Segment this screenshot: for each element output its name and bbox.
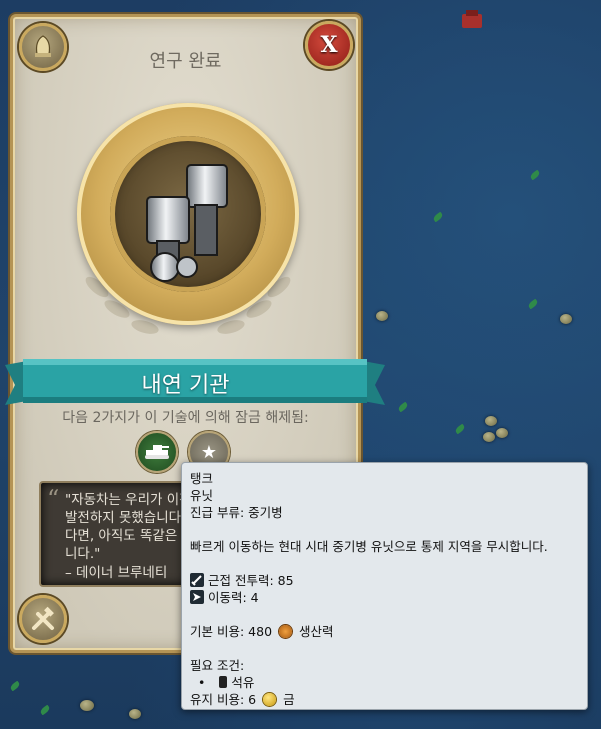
unit-tooltip: 탱크 유닛 진급 부류: 중기병 빠르게 이동하는 현대 시대 중기병 유닛으로… bbox=[181, 462, 588, 710]
list-bullet: • bbox=[198, 675, 206, 690]
movement-icon bbox=[190, 590, 204, 604]
piston-engine-icon bbox=[146, 164, 228, 282]
maintenance-row: 유지 비용: 6 금 bbox=[190, 689, 295, 708]
tools-button[interactable] bbox=[19, 595, 67, 643]
quote-mark-icon: “ bbox=[47, 485, 60, 513]
tech-medallion bbox=[77, 103, 299, 325]
city-marker-icon[interactable] bbox=[456, 8, 488, 30]
promotion-class: 진급 부류: 중기병 bbox=[190, 505, 283, 520]
base-cost: 기본 비용: 480 bbox=[190, 624, 273, 639]
movement-row: 이동력: 4 bbox=[190, 587, 259, 606]
star-icon: ★ bbox=[200, 441, 218, 463]
gold-icon bbox=[263, 693, 277, 706]
island bbox=[560, 314, 572, 324]
gold-label: 금 bbox=[283, 692, 295, 707]
oil-icon bbox=[219, 676, 228, 688]
hammer-wrench-icon bbox=[32, 606, 54, 630]
tank-icon bbox=[145, 445, 169, 459]
unit-description: 빠르게 이동하는 현대 시대 중기병 유닛으로 통제 지역을 무시합니다. bbox=[190, 539, 548, 554]
production-label: 생산력 bbox=[299, 624, 334, 639]
maintenance: 유지 비용: 6 bbox=[190, 692, 257, 707]
island bbox=[496, 428, 508, 438]
sword-icon bbox=[190, 573, 204, 587]
movement: 이동력: 4 bbox=[208, 590, 259, 605]
island bbox=[129, 709, 141, 719]
island bbox=[80, 700, 94, 711]
unlock-description: 다음 2가지가 이 기술에 의해 잠금 해제됨: bbox=[62, 410, 309, 426]
island bbox=[485, 416, 497, 426]
unlock-tank-button[interactable] bbox=[136, 431, 178, 473]
island bbox=[483, 432, 495, 442]
requirement-oil: 석유 bbox=[231, 675, 255, 690]
tech-name: 내연 기관 bbox=[141, 373, 230, 398]
quote-author: – 데이너 브루네티 bbox=[65, 565, 168, 581]
production-icon bbox=[279, 625, 293, 638]
base-cost-row: 기본 비용: 480 생산력 bbox=[190, 621, 334, 640]
melee-strength: 근접 전투력: 85 bbox=[208, 573, 294, 588]
island bbox=[376, 311, 388, 321]
panel-title: 연구 완료 bbox=[149, 51, 222, 72]
